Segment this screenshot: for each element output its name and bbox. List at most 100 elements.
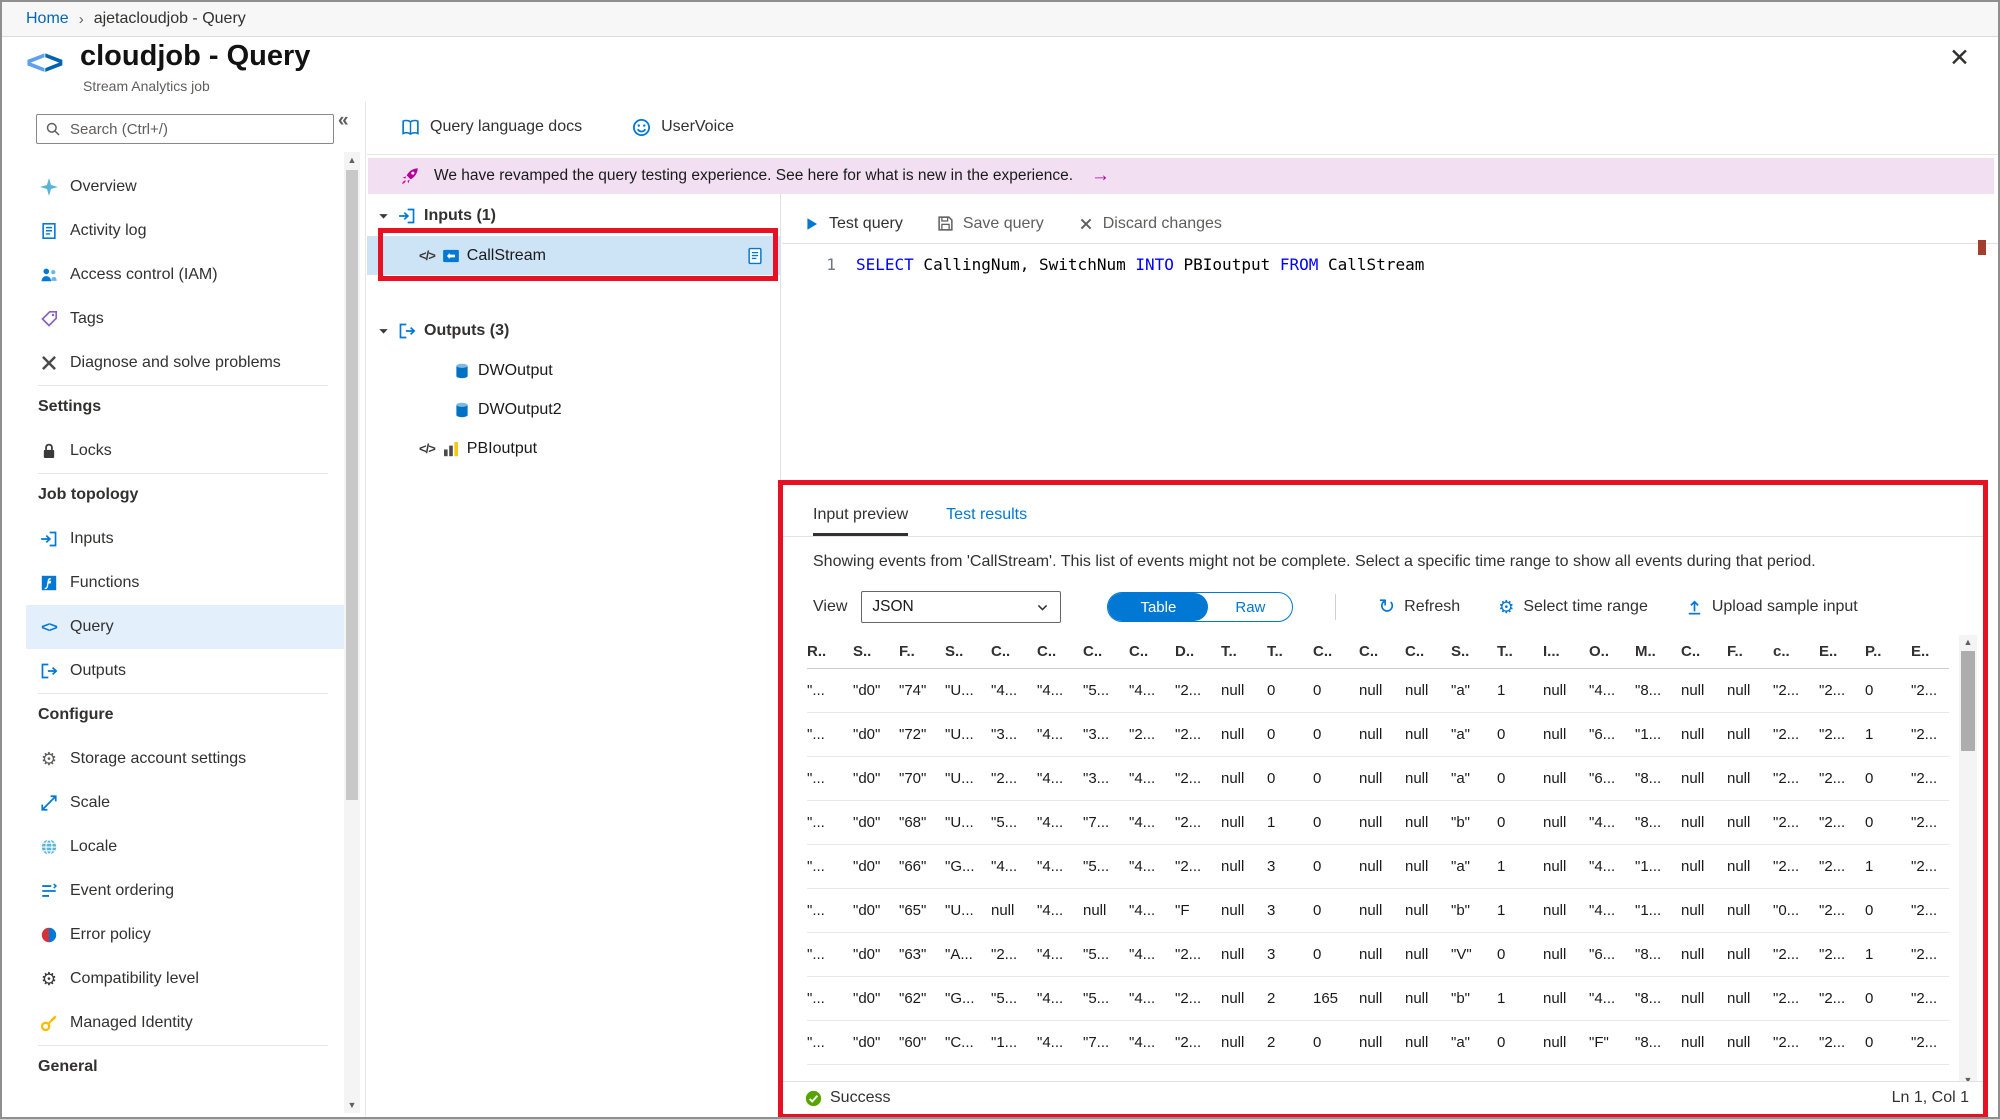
search-input[interactable]: [68, 119, 325, 139]
sidebar-item-scale[interactable]: Scale: [26, 781, 344, 825]
column-header[interactable]: c..: [1773, 643, 1819, 660]
column-header[interactable]: P..: [1865, 643, 1911, 660]
code-content[interactable]: SELECT CallingNum, SwitchNum INTO PBIout…: [856, 253, 1424, 277]
table-cell: null: [1727, 1034, 1751, 1051]
sidebar-item-diagnose-and-solve-problems[interactable]: Diagnose and solve problems: [26, 341, 344, 385]
tree-chevron-icon: [377, 325, 390, 338]
column-header[interactable]: M..: [1635, 643, 1681, 660]
sidebar-item-functions[interactable]: Functions: [26, 561, 344, 605]
column-header[interactable]: C..: [1359, 643, 1405, 660]
column-header[interactable]: I...: [1543, 643, 1589, 660]
discard-changes-button[interactable]: Discard changes: [1078, 215, 1222, 233]
view-dropdown[interactable]: JSON: [861, 591, 1062, 623]
query-editor[interactable]: 1 SELECT CallingNum, SwitchNum INTO PBIo…: [782, 245, 1998, 479]
column-header[interactable]: F..: [899, 643, 945, 660]
sidebar-item-event-ordering[interactable]: Event ordering: [26, 869, 344, 913]
uservoice-link[interactable]: UserVoice: [632, 118, 734, 137]
sidebar-item-compatibility-level[interactable]: ⚙ Compatibility level: [26, 957, 344, 1001]
tab-test-results[interactable]: Test results: [946, 506, 1027, 536]
document-icon[interactable]: [746, 247, 764, 265]
banner-arrow-icon[interactable]: →: [1091, 165, 1110, 187]
table-cell: 0: [1313, 902, 1322, 919]
announcement-banner[interactable]: We have revamped the query testing exper…: [368, 158, 1994, 194]
sidebar-item-activity-log[interactable]: Activity log: [26, 209, 344, 253]
table-cell: 2: [1267, 990, 1276, 1007]
column-header[interactable]: C..: [1083, 643, 1129, 660]
scroll-up-icon[interactable]: ▲: [344, 155, 360, 165]
sidebar-item-locale[interactable]: Locale: [26, 825, 344, 869]
column-header[interactable]: T..: [1497, 643, 1543, 660]
table-cell: null: [1359, 726, 1383, 743]
sidebar-item-query[interactable]: <> Query: [26, 605, 344, 649]
toggle-table-button[interactable]: Table: [1108, 593, 1209, 621]
sidebar-item-managed-identity[interactable]: Managed Identity: [26, 1001, 344, 1045]
refresh-button[interactable]: ↻ Refresh: [1378, 597, 1460, 617]
column-header[interactable]: T..: [1267, 643, 1313, 660]
tree-group-outputs-3[interactable]: Outputs (3): [367, 311, 780, 351]
sidebar-item-access-control-iam[interactable]: Access control (IAM): [26, 253, 344, 297]
upload-sample-input-button[interactable]: Upload sample input: [1686, 598, 1858, 616]
table-cell: 0: [1313, 1034, 1322, 1051]
column-header[interactable]: T..: [1221, 643, 1267, 660]
sidebar-section-general: General: [26, 1045, 344, 1089]
column-header[interactable]: E..: [1911, 643, 1949, 660]
table-cell: null: [1221, 946, 1245, 963]
query-language-docs-link[interactable]: Query language docs: [401, 118, 582, 137]
code-line[interactable]: 1 SELECT CallingNum, SwitchNum INTO PBIo…: [782, 253, 1998, 277]
sidebar-item-overview[interactable]: Overview: [26, 165, 344, 209]
breadcrumb-home[interactable]: Home: [26, 10, 69, 28]
column-header[interactable]: O..: [1589, 643, 1635, 660]
column-header[interactable]: S..: [945, 643, 991, 660]
sidebar-item-locks[interactable]: Locks: [26, 429, 344, 473]
sidebar-item-outputs[interactable]: Outputs: [26, 649, 344, 693]
column-header[interactable]: D..: [1175, 643, 1221, 660]
table-cell: null: [1543, 946, 1567, 963]
column-header[interactable]: E..: [1819, 643, 1865, 660]
book-icon: [401, 118, 420, 137]
table-cell: null: [1543, 770, 1567, 787]
column-header[interactable]: S..: [1451, 643, 1497, 660]
sidebar-scrollbar[interactable]: ▲ ▼: [344, 152, 360, 1113]
save-query-button[interactable]: Save query: [937, 215, 1044, 233]
column-header[interactable]: S..: [853, 643, 899, 660]
table-scrollbar[interactable]: ▲ ▼: [1959, 635, 1977, 1087]
close-icon[interactable]: ✕: [1943, 42, 1976, 74]
select-time-range-button[interactable]: ⚙ Select time range: [1498, 598, 1648, 616]
test-query-button[interactable]: Test query: [804, 215, 903, 233]
tree-group-inputs-1[interactable]: Inputs (1): [367, 196, 780, 236]
sidebar-item-inputs[interactable]: Inputs: [26, 517, 344, 561]
collapse-sidebar-icon[interactable]: «: [338, 110, 349, 132]
sidebar-section-configure: Configure: [26, 693, 344, 737]
table-cell: "2...: [1819, 814, 1846, 831]
column-header[interactable]: F..: [1727, 643, 1773, 660]
event-ordering-icon: [38, 880, 60, 902]
tree-item-dwoutput[interactable]: DWOutput: [367, 351, 780, 390]
sidebar-item-storage-account-settings[interactable]: ⚙ Storage account settings: [26, 737, 344, 781]
column-header[interactable]: C..: [1405, 643, 1451, 660]
query-icon: <>: [41, 618, 58, 636]
table-cell: "2...: [1773, 858, 1800, 875]
column-header[interactable]: C..: [1037, 643, 1083, 660]
toggle-raw-button[interactable]: Raw: [1208, 599, 1292, 616]
scroll-down-icon[interactable]: ▼: [344, 1100, 360, 1110]
table-cell: "d0": [853, 1034, 881, 1051]
table-cell: "1...: [1635, 902, 1662, 919]
column-header[interactable]: C..: [1681, 643, 1727, 660]
table-cell: null: [1359, 682, 1383, 699]
table-scroll-up-icon[interactable]: ▲: [1959, 637, 1977, 647]
column-header[interactable]: R..: [807, 643, 853, 660]
column-header[interactable]: C..: [1313, 643, 1359, 660]
tree-item-dwoutput2[interactable]: DWOutput2: [367, 390, 780, 429]
tab-input-preview[interactable]: Input preview: [813, 506, 909, 536]
table-scroll-thumb[interactable]: [1961, 651, 1975, 751]
column-header[interactable]: C..: [1129, 643, 1175, 660]
tree-item-pbioutput[interactable]: </> PBIoutput: [367, 429, 780, 468]
tree-item-callstream[interactable]: </> CallStream: [367, 236, 780, 275]
sidebar-item-error-policy[interactable]: Error policy: [26, 913, 344, 957]
play-icon: [804, 216, 820, 232]
sidebar-item-tags[interactable]: Tags: [26, 297, 344, 341]
locks-icon: [38, 440, 60, 462]
column-header[interactable]: C..: [991, 643, 1037, 660]
smiley-icon: [632, 118, 651, 137]
sidebar-scroll-thumb[interactable]: [346, 170, 358, 800]
